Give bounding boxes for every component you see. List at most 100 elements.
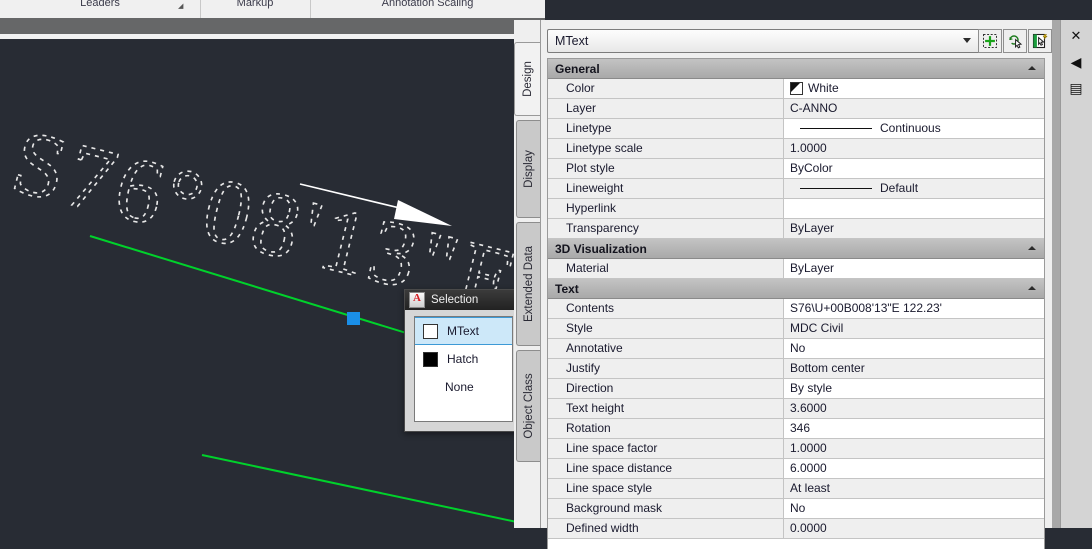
- property-key: Contents: [548, 299, 784, 318]
- property-row[interactable]: Hyperlink: [548, 199, 1044, 219]
- grip-square[interactable]: [347, 312, 360, 325]
- property-key: Defined width: [548, 519, 784, 538]
- property-value-text: By style: [790, 381, 833, 395]
- property-value[interactable]: ByColor: [784, 159, 1044, 178]
- property-key: Layer: [548, 99, 784, 118]
- property-value[interactable]: 6.0000: [784, 459, 1044, 478]
- property-key: Line space distance: [548, 459, 784, 478]
- chevron-up-icon[interactable]: [1028, 66, 1036, 70]
- property-value[interactable]: Bottom center: [784, 359, 1044, 378]
- property-row[interactable]: Material ByLayer: [548, 259, 1044, 279]
- property-value[interactable]: MDC Civil: [784, 319, 1044, 338]
- property-value[interactable]: 1.0000: [784, 439, 1044, 458]
- selection-item-label: Hatch: [447, 352, 479, 366]
- collapse-panel-icon[interactable]: ◀: [1061, 50, 1091, 74]
- ribbon-panel-annotation-scaling[interactable]: Annotation Scaling: [310, 0, 545, 12]
- chevron-up-icon[interactable]: [1028, 286, 1036, 290]
- section-header-general[interactable]: General: [548, 59, 1044, 79]
- property-row[interactable]: Rotation 346: [548, 419, 1044, 439]
- selection-item-swatch: [423, 351, 438, 367]
- property-value-text: Bottom center: [790, 361, 865, 375]
- chevron-up-icon[interactable]: [1028, 246, 1036, 250]
- property-row[interactable]: Line space factor 1.0000: [548, 439, 1044, 459]
- property-value[interactable]: 3.6000: [784, 399, 1044, 418]
- property-value[interactable]: Continuous: [784, 119, 1044, 138]
- property-value-text: MDC Civil: [790, 321, 844, 335]
- property-value-text: At least: [790, 481, 831, 495]
- close-icon[interactable]: ✕: [1061, 24, 1091, 48]
- palette-resize-strip[interactable]: [1052, 20, 1060, 528]
- property-value-text: ByLayer: [790, 221, 835, 235]
- selection-item-hatch[interactable]: Hatch: [415, 345, 512, 373]
- property-value[interactable]: By style: [784, 379, 1044, 398]
- property-value[interactable]: No: [784, 339, 1044, 358]
- property-row[interactable]: Linetype Continuous: [548, 119, 1044, 139]
- linetype-preview-icon: [800, 188, 872, 189]
- property-row[interactable]: Justify Bottom center: [548, 359, 1044, 379]
- ribbon-gray-separator: [0, 18, 545, 34]
- properties-grid[interactable]: General Color White Layer C-ANNO Linetype Cont…: [547, 58, 1045, 549]
- property-key: Background mask: [548, 499, 784, 518]
- property-value[interactable]: No: [784, 499, 1044, 518]
- tab-extended-data[interactable]: Extended Data: [516, 222, 541, 346]
- property-value-text: 1.0000: [790, 441, 827, 455]
- tab-display[interactable]: Display: [516, 120, 541, 218]
- property-row[interactable]: Defined width 0.0000: [548, 519, 1044, 539]
- ribbon-panel-labels: Leaders ◢ Markup Annotation Scaling: [0, 0, 545, 19]
- tab-design[interactable]: Design: [514, 42, 541, 116]
- property-value[interactable]: Default: [784, 179, 1044, 198]
- property-row[interactable]: Style MDC Civil: [548, 319, 1044, 339]
- property-key: Style: [548, 319, 784, 338]
- ribbon-panel-leaders[interactable]: Leaders: [0, 0, 200, 12]
- tab-label: Design: [522, 61, 534, 97]
- section-header-3d-visualization[interactable]: 3D Visualization: [548, 239, 1044, 259]
- property-row[interactable]: Plot style ByColor: [548, 159, 1044, 179]
- property-row[interactable]: Color White: [548, 79, 1044, 99]
- ribbon-panel-markup[interactable]: Markup: [200, 0, 310, 12]
- property-row[interactable]: Text height 3.6000: [548, 399, 1044, 419]
- property-value[interactable]: White: [784, 79, 1044, 98]
- object-type-value: MText: [555, 34, 589, 48]
- property-value[interactable]: ByLayer: [784, 259, 1044, 278]
- tab-object-class[interactable]: Object Class: [516, 350, 541, 462]
- property-key: Annotative: [548, 339, 784, 358]
- property-value-text: 6.0000: [790, 461, 827, 475]
- property-row[interactable]: Line space distance 6.0000: [548, 459, 1044, 479]
- property-key: Hyperlink: [548, 199, 784, 218]
- object-type-combobox[interactable]: MText: [547, 29, 980, 53]
- property-value[interactable]: ByLayer: [784, 219, 1044, 238]
- property-value[interactable]: 0.0000: [784, 519, 1044, 538]
- properties-panel-icon[interactable]: ▤: [1061, 76, 1091, 100]
- property-row[interactable]: Annotative No: [548, 339, 1044, 359]
- property-value[interactable]: S76\U+00B008'13"E 122.23': [784, 299, 1044, 318]
- property-row[interactable]: Background mask No: [548, 499, 1044, 519]
- property-key: Text height: [548, 399, 784, 418]
- select-objects-icon[interactable]: [978, 29, 1002, 53]
- property-value[interactable]: [784, 199, 1044, 218]
- property-row[interactable]: Transparency ByLayer: [548, 219, 1044, 239]
- property-value[interactable]: 1.0000: [784, 139, 1044, 158]
- chevron-down-icon[interactable]: [963, 38, 971, 43]
- drawing-canvas[interactable]: S76°08'13"E: [0, 39, 545, 528]
- panel-dialog-launcher-icon[interactable]: ◢: [178, 2, 183, 10]
- selection-dialog-title: Selection: [431, 294, 479, 306]
- property-value[interactable]: C-ANNO: [784, 99, 1044, 118]
- selection-item-none[interactable]: None: [415, 373, 512, 401]
- property-row[interactable]: Layer C-ANNO: [548, 99, 1044, 119]
- property-value[interactable]: At least: [784, 479, 1044, 498]
- selection-item-mtext[interactable]: MText: [415, 317, 512, 345]
- survey-line-2[interactable]: [201, 454, 545, 528]
- property-value[interactable]: 346: [784, 419, 1044, 438]
- property-row[interactable]: Contents S76\U+00B008'13"E 122.23': [548, 299, 1044, 319]
- property-row[interactable]: Line space style At least: [548, 479, 1044, 499]
- property-row[interactable]: Direction By style: [548, 379, 1044, 399]
- quick-select-icon[interactable]: [1028, 29, 1052, 53]
- section-header-text[interactable]: Text: [548, 279, 1044, 299]
- section-title: General: [555, 61, 600, 76]
- section-title: Text: [555, 281, 579, 296]
- property-row[interactable]: Linetype scale 1.0000: [548, 139, 1044, 159]
- property-row[interactable]: Lineweight Default: [548, 179, 1044, 199]
- toggle-pickadd-icon[interactable]: [1003, 29, 1027, 53]
- property-value-text: 3.6000: [790, 401, 827, 415]
- property-value-text: White: [808, 81, 839, 95]
